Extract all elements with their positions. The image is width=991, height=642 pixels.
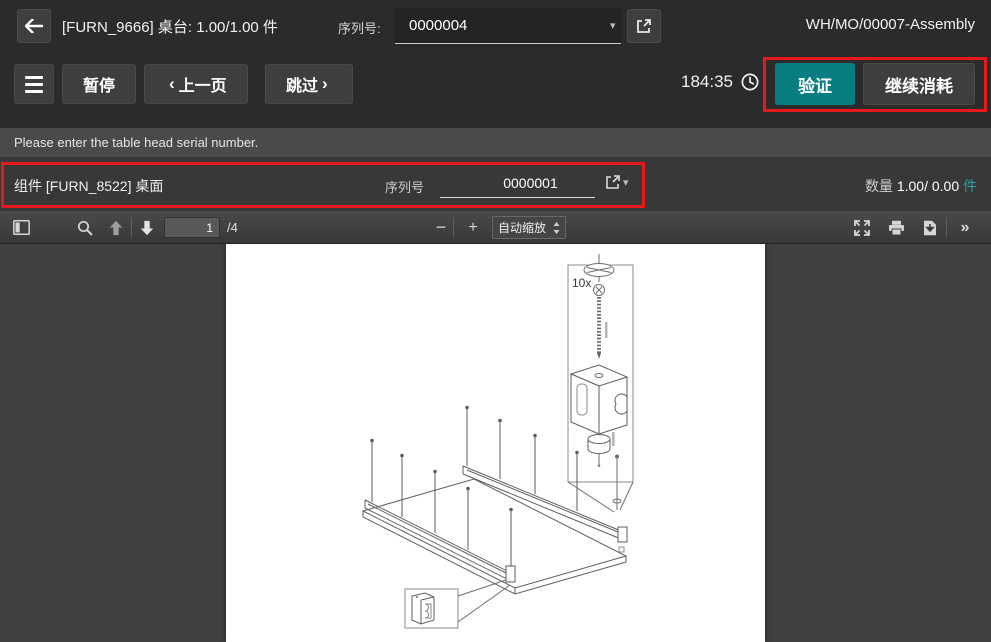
search-icon bbox=[77, 220, 93, 236]
component-serial-field-wrap: ▾ bbox=[440, 168, 595, 198]
component-serial-input[interactable] bbox=[440, 175, 621, 191]
select-arrows-icon bbox=[553, 222, 560, 234]
external-link-icon bbox=[636, 18, 652, 34]
toggle-sidebar-button[interactable] bbox=[8, 215, 34, 240]
open-serial-record-button[interactable] bbox=[627, 9, 661, 43]
continue-consumption-button[interactable]: 继续消耗 bbox=[863, 63, 975, 105]
skip-button[interactable]: 跳过 › bbox=[265, 64, 353, 104]
component-row: 组件 [FURN_8522] 桌面 序列号 ▾ 数量 1.00/ 0.00 件 bbox=[0, 157, 991, 211]
print-button[interactable] bbox=[883, 215, 909, 240]
external-link-icon bbox=[605, 174, 621, 190]
zoom-in-button[interactable]: + bbox=[460, 215, 486, 240]
presentation-mode-button[interactable] bbox=[849, 215, 875, 240]
pdf-viewer[interactable]: 10x bbox=[0, 244, 991, 642]
validate-button[interactable]: 验证 bbox=[775, 63, 855, 105]
pause-button[interactable]: 暂停 bbox=[62, 64, 136, 104]
toolbar-divider bbox=[131, 218, 132, 237]
download-icon bbox=[923, 220, 937, 236]
assembly-diagram: 10x bbox=[226, 244, 765, 642]
next-pdf-page-button[interactable] bbox=[134, 215, 160, 240]
back-button[interactable] bbox=[17, 9, 51, 43]
more-tools-button[interactable]: » bbox=[951, 215, 977, 240]
shop-floor-workorder-screen: [FURN_9666] 桌台: 1.00/1.00 件 序列号: ▾ WH/MO… bbox=[0, 0, 991, 642]
serial-number-field-wrap: ▾ bbox=[395, 8, 621, 44]
hamburger-icon bbox=[25, 76, 43, 79]
zoom-out-button[interactable]: − bbox=[428, 215, 454, 240]
arrow-down-icon bbox=[139, 220, 155, 236]
previous-page-button[interactable]: ‹ 上一页 bbox=[144, 64, 248, 104]
chevron-right-icon: › bbox=[318, 74, 332, 94]
timer-value: 184:35 bbox=[681, 72, 733, 92]
page-number-input[interactable] bbox=[164, 217, 220, 238]
action-bar: 暂停 ‹ 上一页 跳过 › 184:35 验证 继续消耗 bbox=[0, 52, 991, 128]
serial-number-label: 序列号: bbox=[338, 18, 381, 37]
previous-pdf-page-button[interactable] bbox=[103, 215, 129, 240]
quantity-value: 1.00/ 0.00 bbox=[897, 178, 959, 194]
serial-number-input[interactable] bbox=[395, 17, 608, 34]
callout-count-label: 10x bbox=[572, 276, 591, 290]
component-name: 组件 [FURN_8522] 桌面 bbox=[14, 176, 163, 196]
quantity-label: 数量 bbox=[865, 178, 893, 194]
manufacturing-order-reference: WH/MO/00007-Assembly bbox=[806, 16, 975, 33]
open-component-serial-button[interactable] bbox=[605, 174, 625, 194]
quantity-uom: 件 bbox=[963, 178, 977, 194]
zoom-scale-select[interactable]: 自动缩放 bbox=[492, 216, 566, 239]
instruction-message-bar: Please enter the table head serial numbe… bbox=[0, 128, 991, 157]
component-serial-label: 序列号 bbox=[385, 177, 424, 196]
pdf-page: 10x bbox=[226, 244, 765, 642]
expand-icon bbox=[854, 220, 870, 236]
page-count: /4 bbox=[227, 220, 238, 235]
toolbar-divider bbox=[453, 218, 454, 237]
toolbar-divider bbox=[946, 218, 947, 237]
chevron-down-icon[interactable]: ▾ bbox=[608, 19, 624, 32]
zoom-scale-value: 自动缩放 bbox=[498, 219, 546, 236]
timer: 184:35 bbox=[681, 72, 759, 92]
arrow-up-icon bbox=[108, 220, 124, 236]
find-button[interactable] bbox=[72, 215, 98, 240]
menu-button[interactable] bbox=[14, 64, 54, 104]
clock-icon bbox=[741, 73, 759, 91]
workorder-title: [FURN_9666] 桌台: 1.00/1.00 件 bbox=[62, 16, 278, 37]
sidebar-toggle-icon bbox=[13, 220, 30, 235]
arrow-left-icon bbox=[25, 19, 43, 33]
download-button[interactable] bbox=[917, 215, 943, 240]
instruction-text: Please enter the table head serial numbe… bbox=[14, 135, 258, 150]
chevron-left-icon: ‹ bbox=[165, 74, 179, 94]
printer-icon bbox=[888, 220, 905, 236]
component-quantity: 数量 1.00/ 0.00 件 bbox=[865, 176, 977, 196]
pdf-toolbar: /4 − + 自动缩放 bbox=[0, 211, 991, 244]
top-header: [FURN_9666] 桌台: 1.00/1.00 件 序列号: ▾ WH/MO… bbox=[0, 0, 991, 52]
